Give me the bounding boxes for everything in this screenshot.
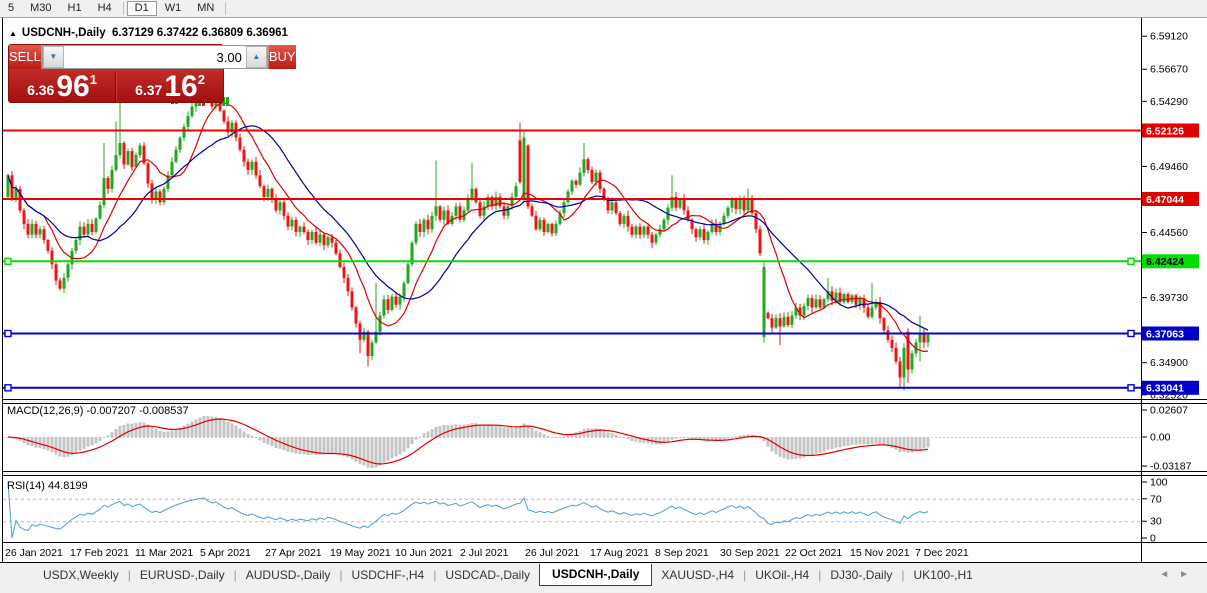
macd-axis-tick: -0.03187 (1150, 461, 1192, 473)
chart-tab-dj30-daily[interactable]: DJ30-,Daily (821, 565, 901, 585)
buy-price-big: 16 (164, 73, 197, 101)
timeframe-button-H4[interactable]: H4 (90, 1, 120, 16)
date-axis-tick: 30 Sep 2021 (720, 547, 780, 559)
chart-tab-usdchf-h4[interactable]: USDCHF-,H4 (343, 565, 434, 585)
price-axis-tick: 6.34900 (1150, 357, 1188, 369)
macd-axis-tick: 0.00 (1150, 432, 1171, 444)
level-handle[interactable] (5, 331, 11, 337)
rsi-indicator-label: RSI(14) 44.8199 (7, 480, 88, 492)
date-axis-tick: 22 Oct 2021 (785, 547, 842, 559)
volume-input[interactable] (64, 46, 246, 68)
rsi-axis-tick: 100 (1150, 477, 1168, 489)
date-axis-tick: 19 May 2021 (330, 547, 391, 559)
toolbar-separator (225, 2, 226, 15)
macd-indicator-label: MACD(12,26,9) -0.007207 -0.008537 (7, 405, 189, 417)
level-handle[interactable] (5, 385, 11, 391)
date-axis[interactable]: 26 Jan 2021 17 Feb 2021 11 Mar 2021 5 Apr 2… (5, 547, 969, 559)
collapse-panel-icon[interactable]: ▲ (9, 29, 17, 38)
tab-scroll-left-icon[interactable]: ◄ (1159, 569, 1179, 580)
rsi-axis-tick: 70 (1150, 493, 1162, 505)
sell-price-small: 6.36 (27, 82, 54, 98)
svg-text:6.37063: 6.37063 (1146, 328, 1184, 340)
buy-price-small: 6.37 (135, 82, 162, 98)
date-axis-tick: 26 Jan 2021 (5, 547, 63, 559)
level-handle[interactable] (1128, 258, 1134, 264)
chart-tab-usdcnh-daily[interactable]: USDCNH-,Daily (539, 564, 652, 586)
date-axis-tick: 17 Aug 2021 (590, 547, 649, 559)
tab-scroll-right-icon[interactable]: ► (1179, 569, 1199, 580)
one-click-trading-panel: SELL ▼ ▲ BUY 6.36 96 1 6.37 16 2 (8, 44, 224, 103)
timeframe-button-5[interactable]: 5 (0, 1, 22, 16)
timeframe-button-W1[interactable]: W1 (157, 1, 190, 16)
rsi-axis-tick: 30 (1150, 516, 1162, 528)
price-axis-tick: 6.59120 (1150, 31, 1188, 43)
svg-text:6.33041: 6.33041 (1146, 383, 1184, 395)
timeframe-button-MN[interactable]: MN (189, 1, 222, 16)
price-axis-tick: 6.44560 (1150, 227, 1188, 239)
chart-tab-uk100-h1[interactable]: UK100-,H1 (904, 565, 981, 585)
sell-price-big: 96 (56, 73, 89, 101)
timeframe-button-M30[interactable]: M30 (22, 1, 59, 16)
volume-increase-button[interactable]: ▲ (246, 46, 267, 68)
chart-tab-eurusd-daily[interactable]: EURUSD-,Daily (131, 565, 234, 585)
chart-title: USDCNH-,Daily (22, 27, 106, 39)
buy-price-display[interactable]: 6.37 16 2 (116, 71, 223, 102)
date-axis-tick: 5 Apr 2021 (200, 547, 251, 559)
sell-price-display[interactable]: 6.36 96 1 (9, 71, 116, 102)
date-axis-tick: 17 Feb 2021 (70, 547, 129, 559)
chart-tab-audusd-daily[interactable]: AUDUSD-,Daily (237, 565, 340, 585)
chart-ohlc-readout: 6.37129 6.37422 6.36809 6.36961 (112, 27, 288, 39)
chart-tab-usdx-weekly[interactable]: USDX,Weekly (34, 565, 128, 585)
timeframe-toolbar: 5M30H1H4 D1W1MN (0, 0, 1207, 18)
svg-text:6.52126: 6.52126 (1146, 125, 1184, 137)
svg-text:6.42424: 6.42424 (1146, 256, 1184, 268)
svg-text:6.47044: 6.47044 (1146, 194, 1184, 206)
chart-tab-bar: USDX,Weekly|EURUSD-,Daily|AUDUSD-,Daily|… (0, 564, 1207, 593)
sell-button[interactable]: SELL (9, 45, 42, 69)
date-axis-tick: 10 Jun 2021 (395, 547, 453, 559)
chart-tab-ukoil-h4[interactable]: UKOil-,H4 (746, 565, 818, 585)
chart-tab-usdcad-daily[interactable]: USDCAD-,Daily (436, 565, 539, 585)
toolbar-separator (123, 2, 124, 15)
sell-price-sup: 1 (90, 72, 97, 87)
price-axis-tick: 6.49460 (1150, 161, 1188, 173)
price-axis-tick: 6.54290 (1150, 96, 1188, 108)
level-handle[interactable] (1128, 331, 1134, 337)
date-axis-tick: 15 Nov 2021 (850, 547, 910, 559)
buy-price-sup: 2 (198, 72, 205, 87)
level-handle[interactable] (5, 258, 11, 264)
timeframe-button-H1[interactable]: H1 (60, 1, 90, 16)
chart-tabs: USDX,Weekly|EURUSD-,Daily|AUDUSD-,Daily|… (0, 564, 982, 585)
chart-tab-xauusd-h4[interactable]: XAUUSD-,H4 (652, 565, 743, 585)
volume-spinner: ▼ ▲ (42, 45, 268, 69)
chart-header: ▲ USDCNH-,Daily 6.37129 6.37422 6.36809 6… (9, 27, 288, 39)
date-axis-tick: 7 Dec 2021 (915, 547, 969, 559)
volume-decrease-button[interactable]: ▼ (43, 46, 64, 68)
date-axis-tick: 26 Jul 2021 (525, 547, 579, 559)
timeframe-button-D1[interactable]: D1 (127, 1, 157, 16)
date-axis-tick: 11 Mar 2021 (135, 547, 193, 559)
price-axis-tick: 6.39730 (1150, 292, 1188, 304)
date-axis-tick: 2 Jul 2021 (460, 547, 509, 559)
price-axis-tick: 6.56670 (1150, 64, 1188, 76)
level-handle[interactable] (1128, 385, 1134, 391)
buy-button[interactable]: BUY (268, 45, 296, 69)
date-axis-tick: 27 Apr 2021 (265, 547, 322, 559)
trade-marker (226, 97, 229, 106)
date-axis-tick: 8 Sep 2021 (655, 547, 709, 559)
rsi-axis-tick: 0 (1150, 533, 1156, 545)
macd-axis-tick: 0.02607 (1150, 405, 1188, 417)
